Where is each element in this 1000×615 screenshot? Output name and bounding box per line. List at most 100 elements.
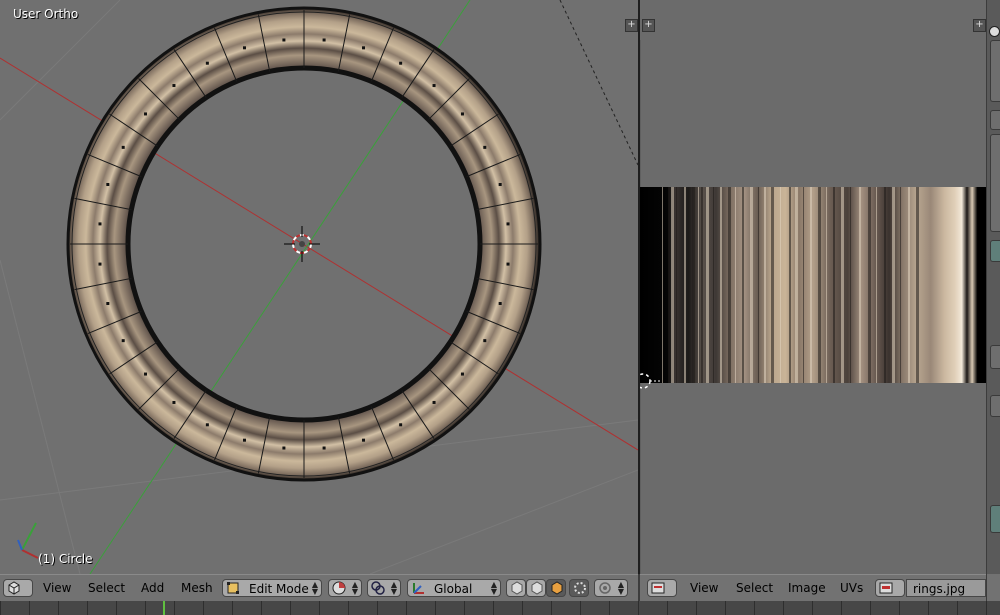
timeline-tick [638, 601, 639, 615]
vertex-select-icon [511, 581, 523, 595]
face-dot [121, 339, 125, 343]
select-edge-button[interactable] [526, 579, 546, 597]
timeline-ruler[interactable] [0, 601, 1000, 615]
timeline-tick [87, 601, 88, 615]
timeline-tick [348, 601, 349, 615]
face-dot [399, 61, 403, 65]
viewport-3d[interactable]: User Ortho (1) Circle + [0, 0, 638, 574]
collapse-icon[interactable] [989, 26, 1000, 37]
edit-mode-icon [227, 582, 239, 594]
panel-tab[interactable] [990, 134, 1000, 232]
orientation-dropdown[interactable]: Global ▲ ▼ [407, 579, 501, 597]
timeline-strip[interactable] [0, 601, 1000, 615]
area-split-button-uv-left[interactable]: + [642, 19, 655, 32]
uv-editor-canvas[interactable] [640, 0, 986, 574]
texture-stripe [720, 187, 722, 383]
timeline-tick [522, 601, 523, 615]
timeline-tick [667, 601, 668, 615]
panel-tab[interactable] [990, 40, 1000, 102]
menu-select[interactable]: Select [88, 581, 125, 595]
texture-stripe [713, 187, 714, 383]
image-name-field[interactable]: rings.jpg [906, 579, 986, 597]
image-browse-button[interactable] [875, 579, 905, 597]
proportional-icon [599, 582, 611, 594]
panel-tab[interactable] [990, 110, 1000, 130]
properties-panel-strip[interactable] [987, 0, 1000, 574]
timeline-tick [899, 601, 900, 615]
select-vertex-button[interactable] [506, 579, 526, 597]
texture-stripe [735, 187, 736, 383]
current-frame-marker[interactable] [163, 601, 165, 615]
texture-stripe [859, 187, 861, 383]
texture-stripe [833, 187, 835, 383]
timeline-tick [928, 601, 929, 615]
face-dot [98, 262, 102, 266]
timeline-tick [725, 601, 726, 615]
viewport-3d-canvas[interactable] [0, 0, 638, 574]
uv-menu-view[interactable]: View [690, 581, 718, 595]
texture-stripe [884, 187, 886, 383]
texture-stripe [916, 187, 919, 383]
menu-view[interactable]: View [43, 581, 71, 595]
texture-stripe [803, 187, 804, 383]
menu-add[interactable]: Add [141, 581, 164, 595]
timeline-tick [783, 601, 784, 615]
shading-dropdown[interactable]: ▲ ▼ [328, 579, 362, 597]
texture-stripe [750, 187, 753, 383]
dropdown-arrows-icon: ▲ ▼ [351, 580, 358, 596]
texture-stripe [764, 187, 766, 383]
face-dot [483, 145, 487, 149]
uv-texture-image[interactable] [640, 187, 986, 383]
texture-stripe [771, 187, 774, 383]
texture-stripe [826, 187, 827, 383]
face-dot [506, 262, 510, 266]
texture-stripe [758, 187, 759, 383]
face-dot [172, 400, 176, 404]
face-dot [322, 38, 326, 42]
face-dot [106, 182, 110, 186]
pivot-dropdown[interactable]: ▲ ▼ [367, 579, 401, 597]
sphere-icon [332, 581, 346, 595]
edge-select-icon [531, 581, 543, 595]
area-split-button[interactable]: + [625, 19, 638, 32]
uv-menu-image[interactable]: Image [788, 581, 826, 595]
face-dot [172, 84, 176, 88]
panel-tab[interactable] [990, 345, 1000, 369]
timeline-tick [377, 601, 378, 615]
face-dot [322, 446, 326, 450]
3d-cursor[interactable] [284, 226, 320, 262]
editor-type-button[interactable] [3, 579, 33, 597]
proportional-edit-dropdown[interactable]: ▲ ▼ [594, 579, 628, 597]
view-label: User Ortho [13, 7, 79, 21]
mode-dropdown[interactable]: Edit Mode ▲ ▼ [222, 579, 322, 597]
panel-tab[interactable] [990, 505, 1000, 533]
face-dot [242, 438, 246, 442]
texture-stripe [908, 187, 910, 383]
timeline-tick [29, 601, 30, 615]
uv-menu-uvs[interactable]: UVs [840, 581, 863, 595]
timeline-tick [870, 601, 871, 615]
limit-selection-button[interactable] [569, 579, 589, 597]
uv-image-editor[interactable]: + + [640, 0, 986, 574]
texture-stripe [728, 187, 731, 383]
texture-stripe [684, 187, 686, 383]
select-face-button[interactable] [546, 579, 566, 597]
texture-stripe [850, 187, 851, 383]
area-split-button-uv-right[interactable]: + [973, 19, 986, 32]
uv-menu-select[interactable]: Select [736, 581, 773, 595]
face-dot [282, 38, 286, 42]
texture-stripe [742, 187, 744, 383]
cube-icon [8, 581, 20, 595]
timeline-tick [290, 601, 291, 615]
face-dot [106, 302, 110, 306]
panel-tab[interactable] [990, 395, 1000, 417]
face-dot [506, 222, 510, 226]
uv-editor-type-button[interactable] [647, 579, 677, 597]
texture-stripe [868, 187, 871, 383]
panel-tab[interactable] [990, 240, 1000, 262]
menu-mesh[interactable]: Mesh [181, 581, 213, 595]
texture-stripe [692, 187, 695, 383]
occlude-icon [574, 582, 586, 594]
timeline-tick [754, 601, 755, 615]
manipulator-icon [413, 583, 424, 594]
